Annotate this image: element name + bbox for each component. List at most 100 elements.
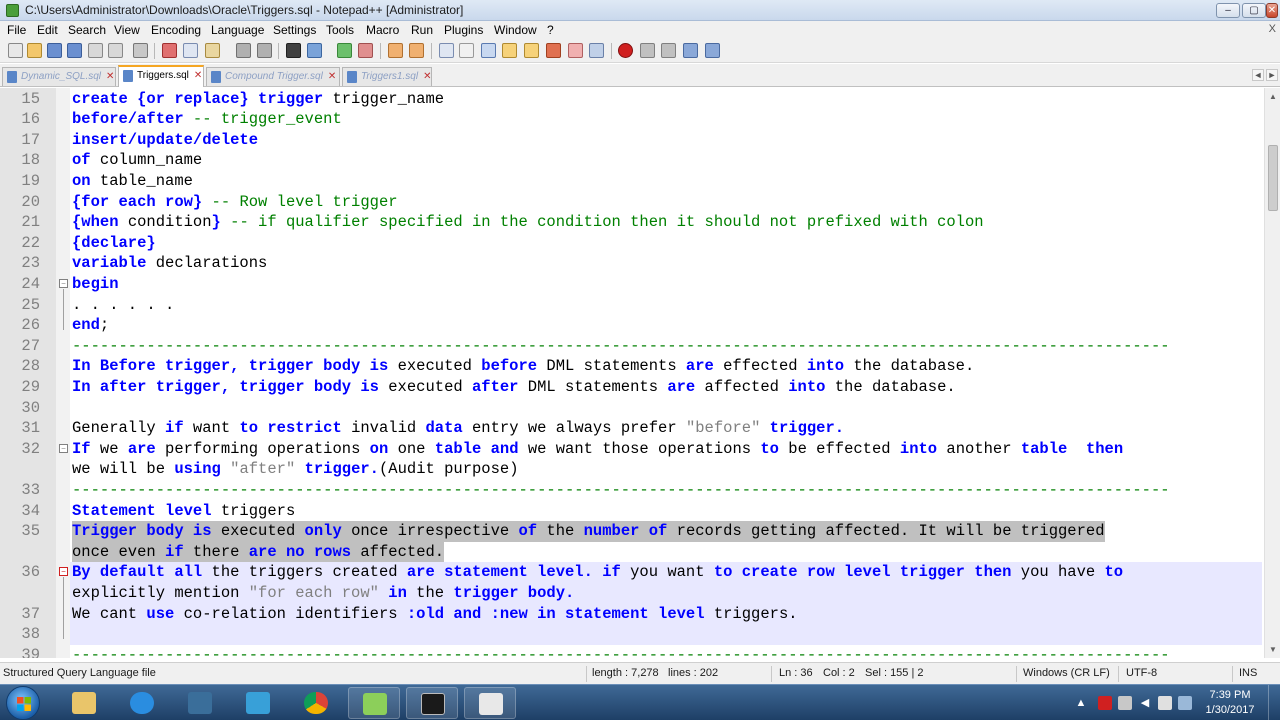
- taskbar-command-prompt[interactable]: [406, 687, 458, 719]
- code-line[interactable]: 38: [0, 624, 1264, 646]
- menu-file[interactable]: File: [7, 23, 26, 37]
- record-macro-icon[interactable]: [618, 43, 633, 58]
- network-icon[interactable]: [1178, 696, 1192, 710]
- code-line[interactable]: 15 create {or replace} trigger trigger_na…: [0, 89, 1264, 110]
- code-line[interactable]: 34 Statement level triggers: [0, 501, 1264, 522]
- save-all-icon[interactable]: [67, 43, 82, 58]
- close-all-icon[interactable]: [108, 43, 123, 58]
- tab-triggers[interactable]: Triggers.sql ✕: [118, 65, 204, 87]
- playback-macro-icon[interactable]: [661, 43, 676, 58]
- code-line[interactable]: 29 In after trigger, trigger body is exec…: [0, 377, 1264, 398]
- scroll-up-icon[interactable]: ▲: [1267, 91, 1279, 103]
- fold-toggle-icon[interactable]: −: [59, 278, 68, 288]
- taskbar-internet-explorer[interactable]: [116, 687, 168, 719]
- sync-horizontal-icon[interactable]: [409, 43, 424, 58]
- taskbar-notepadpp[interactable]: [348, 687, 400, 719]
- menu-view[interactable]: View: [114, 23, 140, 37]
- monitoring-icon[interactable]: [589, 43, 604, 58]
- function-list-icon[interactable]: [546, 43, 561, 58]
- user-defined-language-icon[interactable]: [502, 43, 517, 58]
- code-line[interactable]: 31 Generally if want to restrict invalid …: [0, 418, 1264, 439]
- tab-compound-trigger[interactable]: Compound Trigger.sql ✕: [206, 67, 340, 86]
- sync-vertical-icon[interactable]: [388, 43, 403, 58]
- code-line[interactable]: 27 --------------------------------------…: [0, 336, 1264, 357]
- code-line[interactable]: 18 of column_name: [0, 150, 1264, 171]
- fold-toggle-icon[interactable]: −: [59, 567, 68, 577]
- document-close-icon[interactable]: X: [1269, 23, 1276, 35]
- save-macro-icon[interactable]: [705, 43, 720, 58]
- menu-tools[interactable]: Tools: [326, 23, 354, 37]
- editor-pane[interactable]: 15 create {or replace} trigger trigger_na…: [0, 88, 1264, 658]
- copy-icon[interactable]: [183, 43, 198, 58]
- code-line[interactable]: 19 on table_name: [0, 171, 1264, 192]
- menu-search[interactable]: Search: [68, 23, 106, 37]
- code-line[interactable]: 36 − By default all the triggers created a…: [0, 562, 1264, 584]
- save-icon[interactable]: [47, 43, 62, 58]
- menu-encoding[interactable]: Encoding: [151, 23, 201, 37]
- code-line[interactable]: 26 end;: [0, 315, 1264, 336]
- code-line[interactable]: 24 − begin: [0, 274, 1264, 295]
- maximize-button[interactable]: ▢: [1242, 3, 1266, 18]
- code-line[interactable]: 25 . . . . . .: [0, 295, 1264, 316]
- tab-close-icon[interactable]: ✕: [194, 70, 202, 81]
- code-line[interactable]: 28 In Before trigger, trigger body is exe…: [0, 356, 1264, 377]
- tab-scroll-right-icon[interactable]: ►: [1266, 69, 1278, 81]
- code-line[interactable]: 21 {when condition} -- if qualifier speci…: [0, 212, 1264, 233]
- zoom-in-icon[interactable]: [337, 43, 352, 58]
- code-line[interactable]: 35 Trigger body is executed only once irr…: [0, 521, 1264, 543]
- tab-triggers1[interactable]: Triggers1.sql ✕: [342, 67, 432, 86]
- scrollbar-thumb[interactable]: [1268, 145, 1278, 211]
- action-center-flag-icon[interactable]: [1158, 696, 1172, 710]
- taskbar-explorer[interactable]: [58, 687, 110, 719]
- taskbar-remote-desktop[interactable]: [464, 687, 516, 719]
- show-hidden-icons-icon[interactable]: ▲: [1074, 696, 1088, 710]
- tab-dynamic-sql[interactable]: Dynamic_SQL.sql ✕: [2, 67, 116, 86]
- undo-icon[interactable]: [236, 43, 251, 58]
- find-icon[interactable]: [286, 43, 301, 58]
- close-file-icon[interactable]: [88, 43, 103, 58]
- code-line[interactable]: 39 --------------------------------------…: [0, 645, 1264, 658]
- close-button[interactable]: ✕: [1266, 3, 1278, 18]
- document-map-icon[interactable]: [524, 43, 539, 58]
- menu-settings[interactable]: Settings: [273, 23, 316, 37]
- code-line[interactable]: we will be using "after" trigger.(Audit …: [0, 459, 1264, 480]
- taskbar-powershell[interactable]: [232, 687, 284, 719]
- tab-close-icon[interactable]: ✕: [328, 71, 336, 82]
- code-line[interactable]: 32 − If we are performing operations on on…: [0, 439, 1264, 460]
- run-macro-multiple-icon[interactable]: [683, 43, 698, 58]
- code-line[interactable]: 22 {declare}: [0, 233, 1264, 254]
- code-line[interactable]: once even if there are no rows affected.: [0, 541, 1264, 563]
- tab-scroll-left-icon[interactable]: ◄: [1252, 69, 1264, 81]
- taskbar-server-manager[interactable]: [174, 687, 226, 719]
- word-wrap-icon[interactable]: [439, 43, 454, 58]
- cut-icon[interactable]: [162, 43, 177, 58]
- menu-help[interactable]: ?: [547, 23, 554, 37]
- menu-language[interactable]: Language: [211, 23, 264, 37]
- code-line[interactable]: 30: [0, 398, 1264, 419]
- menu-edit[interactable]: Edit: [37, 23, 58, 37]
- print-icon[interactable]: [133, 43, 148, 58]
- acrobat-icon[interactable]: [1098, 696, 1112, 710]
- vertical-scrollbar[interactable]: ▲ ▼: [1264, 88, 1280, 658]
- battery-icon[interactable]: [1118, 696, 1132, 710]
- stop-recording-icon[interactable]: [640, 43, 655, 58]
- code-line[interactable]: 16 before/after -- trigger_event: [0, 109, 1264, 130]
- volume-icon[interactable]: ◀: [1138, 696, 1152, 710]
- tab-close-icon[interactable]: ✕: [106, 71, 114, 82]
- clock[interactable]: 7:39 PM 1/30/2017: [1200, 688, 1260, 718]
- show-desktop-button[interactable]: [1268, 685, 1280, 720]
- menu-window[interactable]: Window: [494, 23, 537, 37]
- folder-as-workspace-icon[interactable]: [568, 43, 583, 58]
- redo-icon[interactable]: [257, 43, 272, 58]
- tab-close-icon[interactable]: ✕: [423, 71, 431, 82]
- open-file-icon[interactable]: [27, 43, 42, 58]
- taskbar-chrome[interactable]: [290, 687, 342, 719]
- code-line[interactable]: 23 variable declarations: [0, 253, 1264, 274]
- indent-guide-icon[interactable]: [481, 43, 496, 58]
- replace-icon[interactable]: [307, 43, 322, 58]
- menu-run[interactable]: Run: [411, 23, 433, 37]
- code-line[interactable]: 37 We cant use co-relation identifiers :o…: [0, 603, 1264, 625]
- zoom-out-icon[interactable]: [358, 43, 373, 58]
- minimize-button[interactable]: –: [1216, 3, 1240, 18]
- code-line[interactable]: 20 {for each row} -- Row level trigger: [0, 192, 1264, 213]
